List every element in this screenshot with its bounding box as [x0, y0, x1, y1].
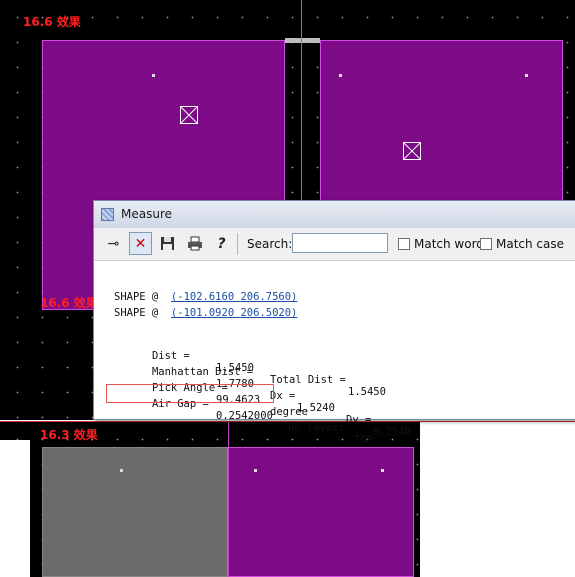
shape-1-coords-link[interactable]: (-102.6160 206.7560) [171, 291, 297, 303]
pick-angle-unit: degree [270, 406, 308, 418]
shape-label: SHAPE @ [114, 307, 159, 319]
air-gap-value: 0.2542000 [216, 410, 273, 422]
dy-value: 0.2540 [373, 426, 411, 438]
air-gap-highlight [106, 384, 274, 403]
search-input[interactable] [292, 233, 388, 253]
bottom-caption: 16.3 效果 [40, 428, 98, 442]
match-case-label: Match case [496, 237, 565, 251]
toolbar-divider [237, 233, 238, 255]
measure-window[interactable]: Measure ⊸ ✕ ? Search: Match word Match c… [93, 200, 575, 446]
close-icon[interactable]: ✕ [129, 232, 152, 255]
pin-marker-right [403, 142, 421, 160]
shape-row-2: SHAPE @ (-101.0920 206.5020) [114, 307, 297, 319]
pad-left-selected[interactable] [42, 447, 228, 577]
pin-marker-left [180, 106, 198, 124]
measure-toolbar: ⊸ ✕ ? Search: Match word Match case [94, 228, 575, 261]
shape-2-coords-link[interactable]: (-101.0920 206.5020) [171, 307, 297, 319]
measure-titlebar[interactable]: Measure [94, 201, 575, 229]
grid-point [152, 74, 155, 77]
match-word-checkbox[interactable] [398, 238, 410, 250]
match-word-label: Match word [414, 237, 484, 251]
grid-point [339, 74, 342, 77]
total-dist-value: 1.5450 [348, 386, 386, 398]
layer-value: TOP [354, 434, 373, 446]
shape-label: SHAPE @ [114, 291, 159, 303]
top-caption: 16.6 效果 [23, 15, 81, 29]
dy-label: Dy = [346, 414, 372, 426]
search-label: Search: [247, 237, 293, 251]
pad-right[interactable] [228, 447, 414, 577]
measure-window-icon [101, 208, 114, 221]
shape-row-1: SHAPE @ (-102.6160 206.7560) [114, 291, 297, 303]
grid-point [120, 469, 123, 472]
measure-title: Measure [121, 207, 172, 221]
print-icon[interactable] [183, 232, 206, 255]
match-case-checkbox[interactable] [480, 238, 492, 250]
gap-marker [285, 38, 320, 43]
grid-point [381, 469, 384, 472]
total-dist-label: Total Dist = [270, 374, 346, 386]
top-caption-bottom: 16.6 效果 [40, 296, 98, 310]
help-icon[interactable]: ? [210, 232, 233, 255]
grid-point [525, 74, 528, 77]
pin-icon[interactable]: ⊸ [102, 232, 125, 255]
save-icon[interactable] [156, 232, 179, 255]
layer-label: On layer: [288, 422, 345, 434]
grid-point [254, 469, 257, 472]
white-left-strip [0, 440, 30, 577]
